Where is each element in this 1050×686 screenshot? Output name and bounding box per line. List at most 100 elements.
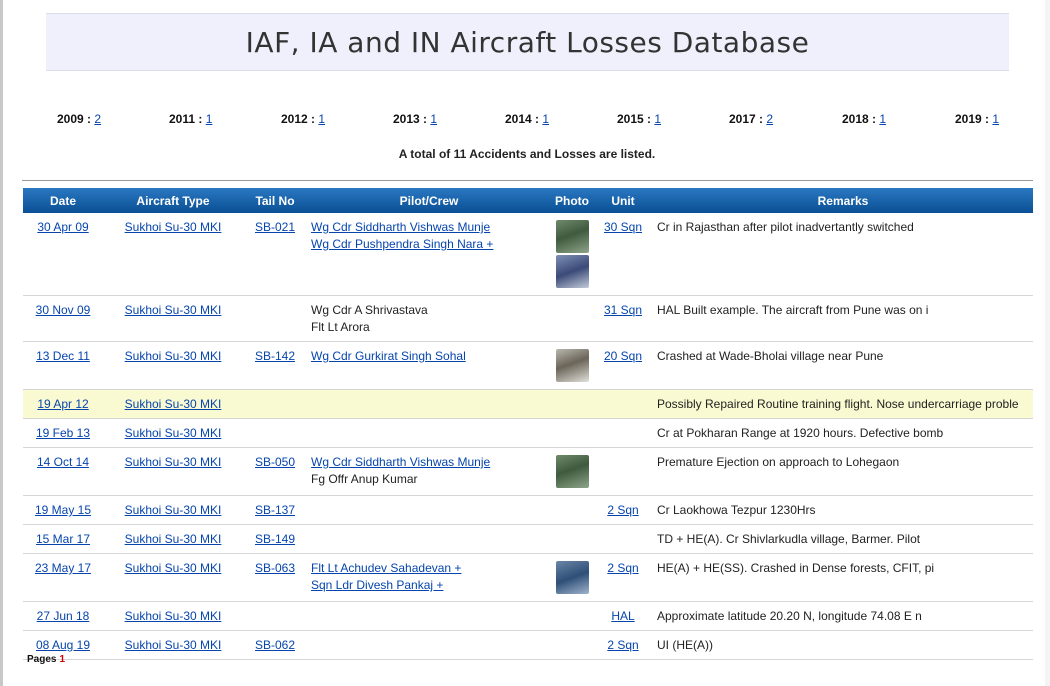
table-row: 15 Mar 17 Sukhoi Su-30 MKI SB-149 TD + H… xyxy=(23,524,1033,554)
aircraft-link[interactable]: Sukhoi Su-30 MKI xyxy=(125,638,222,652)
aircraft-link[interactable]: Sukhoi Su-30 MKI xyxy=(125,503,222,517)
date-link[interactable]: 13 Dec 11 xyxy=(36,349,90,363)
remarks-text: UI (HE(A)) xyxy=(653,630,1033,660)
crew-link[interactable]: Sqn Ldr Divesh Pankaj + xyxy=(311,578,443,592)
year-entry-2019: 2019 : 1 xyxy=(955,112,1000,126)
table-row: 14 Oct 14 Sukhoi Su-30 MKI SB-050 Wg Cdr… xyxy=(23,447,1033,496)
crew-link[interactable]: Flt Lt Achudev Sahadevan + xyxy=(311,561,461,575)
year-link-2013[interactable]: 1 xyxy=(430,112,437,126)
tail-link[interactable]: SB-063 xyxy=(255,561,295,575)
year-entry-2018: 2018 : 1 xyxy=(842,112,887,126)
year-link-2018[interactable]: 1 xyxy=(879,112,886,126)
table-row: 19 May 15 Sukhoi Su-30 MKI SB-137 2 Sqn … xyxy=(23,495,1033,525)
date-link[interactable]: 19 Feb 13 xyxy=(36,426,90,440)
unit-link[interactable]: 2 Sqn xyxy=(607,503,638,517)
remarks-text: Approximate latitude 20.20 N, longitude … xyxy=(653,601,1033,631)
remarks-text: Premature Ejection on approach to Lohega… xyxy=(653,447,1033,496)
date-link[interactable]: 27 Jun 18 xyxy=(37,609,90,623)
date-link[interactable]: 30 Apr 09 xyxy=(37,220,88,234)
unit-link[interactable]: 2 Sqn xyxy=(607,561,638,575)
tail-link[interactable]: SB-149 xyxy=(255,532,295,546)
year-link-2015[interactable]: 1 xyxy=(654,112,661,126)
col-header-unit[interactable]: Unit xyxy=(593,188,653,213)
date-link[interactable]: 08 Aug 19 xyxy=(36,638,90,652)
page-scrollbar[interactable] xyxy=(1045,0,1050,686)
col-header-remarks: Remarks xyxy=(653,188,1033,213)
unit-link[interactable]: 31 Sqn xyxy=(604,303,642,317)
year-entry-2017: 2017 : 2 xyxy=(729,112,774,126)
aircraft-link[interactable]: Sukhoi Su-30 MKI xyxy=(125,303,222,317)
pilot-photo[interactable] xyxy=(555,255,589,288)
date-link[interactable]: 19 May 15 xyxy=(35,503,91,517)
tail-link[interactable]: SB-137 xyxy=(255,503,295,517)
table-row: 19 Feb 13 Sukhoi Su-30 MKI Cr at Pokhara… xyxy=(23,418,1033,448)
year-link-2017[interactable]: 2 xyxy=(766,112,773,126)
aircraft-link[interactable]: Sukhoi Su-30 MKI xyxy=(125,532,222,546)
crew-name: Wg Cdr A Shrivastava xyxy=(311,303,428,317)
col-header-date[interactable]: Date xyxy=(23,188,103,213)
remarks-text: HE(A) + HE(SS). Crashed in Dense forests… xyxy=(653,553,1033,602)
col-header-tail-no[interactable]: Tail No xyxy=(243,188,307,213)
pilot-photo[interactable] xyxy=(555,220,589,253)
year-link-2011[interactable]: 1 xyxy=(206,112,213,126)
year-entry-2012: 2012 : 1 xyxy=(281,112,326,126)
year-index: 2009 : 2 2011 : 1 2012 : 1 2013 : 1 2014… xyxy=(22,112,1032,128)
aircraft-link[interactable]: Sukhoi Su-30 MKI xyxy=(125,349,222,363)
aircraft-link[interactable]: Sukhoi Su-30 MKI xyxy=(125,397,222,411)
aircraft-link[interactable]: Sukhoi Su-30 MKI xyxy=(125,561,222,575)
remarks-text: HAL Built example. The aircraft from Pun… xyxy=(653,295,1033,342)
unit-link[interactable]: 2 Sqn xyxy=(607,638,638,652)
pilot-photo[interactable] xyxy=(555,455,589,488)
remarks-text: Cr at Pokharan Range at 1920 hours. Defe… xyxy=(653,418,1033,448)
table-row: 13 Dec 11 Sukhoi Su-30 MKI SB-142 Wg Cdr… xyxy=(23,341,1033,390)
year-link-2009[interactable]: 2 xyxy=(94,112,101,126)
crew-link[interactable]: Wg Cdr Siddharth Vishwas Munje xyxy=(311,220,490,234)
col-header-pilot-crew[interactable]: Pilot/Crew xyxy=(307,188,551,213)
total-summary: A total of 11 Accidents and Losses are l… xyxy=(398,147,656,161)
year-link-2012[interactable]: 1 xyxy=(318,112,325,126)
left-border xyxy=(0,0,3,686)
tail-link[interactable]: SB-050 xyxy=(255,455,295,469)
table-row: 23 May 17 Sukhoi Su-30 MKI SB-063 Flt Lt… xyxy=(23,553,1033,602)
date-link[interactable]: 30 Nov 09 xyxy=(36,303,91,317)
table-row-highlighted: 19 Apr 12 Sukhoi Su-30 MKI Possibly Repa… xyxy=(23,389,1033,419)
remarks-text: Possibly Repaired Routine training fligh… xyxy=(653,389,1033,419)
col-header-photo: Photo xyxy=(551,188,593,213)
crew-link[interactable]: Wg Cdr Siddharth Vishwas Munje xyxy=(311,455,490,469)
crew-name: Fg Offr Anup Kumar xyxy=(311,472,418,486)
year-link-2019[interactable]: 1 xyxy=(992,112,999,126)
page-number-current[interactable]: 1 xyxy=(59,654,65,665)
tail-link[interactable]: SB-142 xyxy=(255,349,295,363)
remarks-text: Cr Laokhowa Tezpur 1230Hrs xyxy=(653,495,1033,525)
losses-table: Date Aircraft Type Tail No Pilot/Crew Ph… xyxy=(23,188,1033,660)
table-row: 27 Jun 18 Sukhoi Su-30 MKI HAL Approxima… xyxy=(23,601,1033,631)
tail-link[interactable]: SB-062 xyxy=(255,638,295,652)
col-header-aircraft-type[interactable]: Aircraft Type xyxy=(103,188,243,213)
year-entry-2014: 2014 : 1 xyxy=(505,112,550,126)
remarks-text: Cr in Rajasthan after pilot inadvertantl… xyxy=(653,213,1033,296)
date-link[interactable]: 19 Apr 12 xyxy=(37,397,88,411)
crew-name: Flt Lt Arora xyxy=(311,320,370,334)
unit-link[interactable]: 20 Sqn xyxy=(604,349,642,363)
date-link[interactable]: 14 Oct 14 xyxy=(37,455,89,469)
pilot-photo[interactable] xyxy=(555,561,589,594)
aircraft-link[interactable]: Sukhoi Su-30 MKI xyxy=(125,609,222,623)
tail-link[interactable]: SB-021 xyxy=(255,220,295,234)
date-link[interactable]: 23 May 17 xyxy=(35,561,91,575)
crew-link[interactable]: Wg Cdr Pushpendra Singh Nara + xyxy=(311,237,493,251)
pilot-photo[interactable] xyxy=(555,349,589,382)
title-banner: IAF, IA and IN Aircraft Losses Database xyxy=(46,13,1009,71)
year-entry-2013: 2013 : 1 xyxy=(393,112,438,126)
aircraft-link[interactable]: Sukhoi Su-30 MKI xyxy=(125,455,222,469)
remarks-text: Crashed at Wade-Bholai village near Pune xyxy=(653,341,1033,390)
year-entry-2015: 2015 : 1 xyxy=(617,112,662,126)
date-link[interactable]: 15 Mar 17 xyxy=(36,532,90,546)
unit-link[interactable]: 30 Sqn xyxy=(604,220,642,234)
table-header: Date Aircraft Type Tail No Pilot/Crew Ph… xyxy=(23,188,1033,213)
year-link-2014[interactable]: 1 xyxy=(542,112,549,126)
unit-link[interactable]: HAL xyxy=(611,609,634,623)
year-entry-2011: 2011 : 1 xyxy=(169,112,213,126)
aircraft-link[interactable]: Sukhoi Su-30 MKI xyxy=(125,426,222,440)
crew-link[interactable]: Wg Cdr Gurkirat Singh Sohal xyxy=(311,349,466,363)
aircraft-link[interactable]: Sukhoi Su-30 MKI xyxy=(125,220,222,234)
